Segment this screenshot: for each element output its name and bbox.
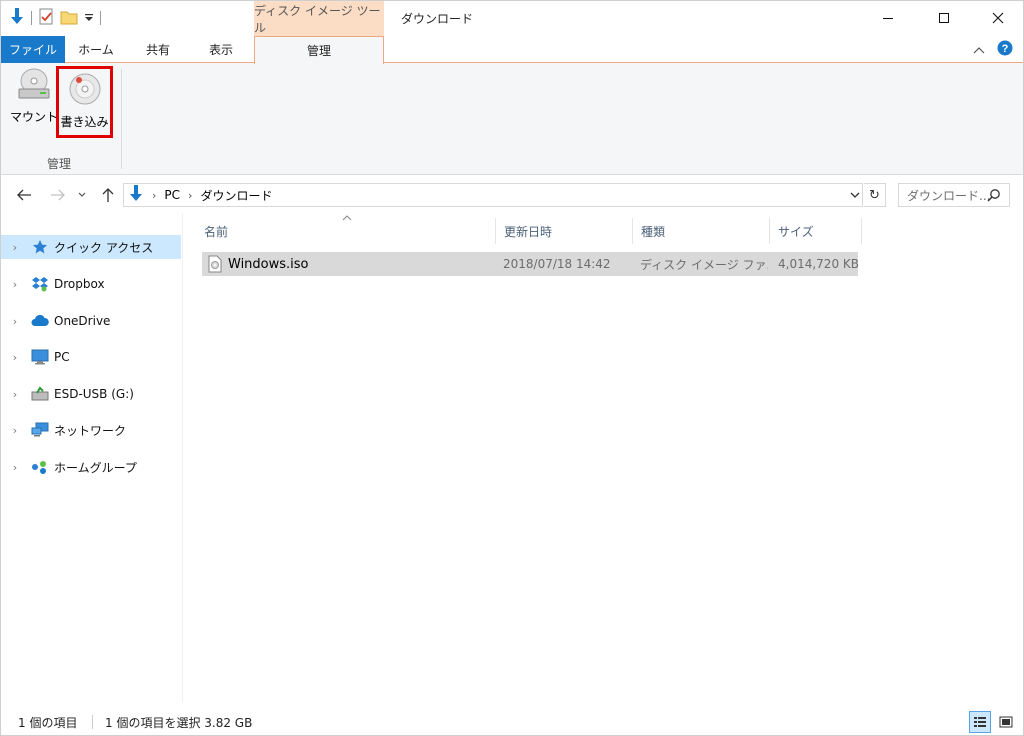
window-title: ダウンロード xyxy=(401,12,474,26)
dropbox-icon xyxy=(29,276,51,292)
ribbon-controls: ? xyxy=(973,40,1013,59)
ribbon-group-label: 管理 xyxy=(47,157,72,171)
toolbar-divider xyxy=(100,11,101,25)
ribbon-tabs: ファイル ホーム 共有 表示 管理 ? xyxy=(1,36,1023,64)
nav-item-quick-access[interactable]: › クイック アクセス xyxy=(1,235,181,259)
tab-manage[interactable]: 管理 xyxy=(254,36,384,64)
search-box[interactable]: ダウンロード... xyxy=(898,183,1010,207)
nav-label: PC xyxy=(54,350,70,364)
expand-arrow-icon[interactable]: › xyxy=(1,241,29,254)
nav-item-network[interactable]: › ネットワーク xyxy=(1,418,182,442)
download-arrow-icon xyxy=(9,7,25,29)
forward-button[interactable] xyxy=(47,185,69,205)
ribbon-group-divider xyxy=(121,69,122,169)
status-bar: 1 個の項目 1 個の項目を選択 3.82 GB xyxy=(1,709,1023,735)
column-header-type[interactable]: 種類 xyxy=(633,218,770,244)
expand-arrow-icon[interactable]: › xyxy=(1,278,29,291)
disc-drive-icon xyxy=(16,67,52,104)
tab-share[interactable]: 共有 xyxy=(131,36,185,63)
file-modified: 2018/07/18 14:42 xyxy=(503,257,611,271)
file-list: 名前 更新日時 種類 サイズ Windows.iso 2018/07/18 14… xyxy=(184,213,1023,703)
customize-toolbar-icon[interactable] xyxy=(84,11,94,26)
file-name[interactable]: Windows.iso xyxy=(228,252,309,276)
file-type: ディスク イメージ ファ... xyxy=(640,257,768,272)
status-divider xyxy=(92,715,93,729)
nav-label: ホームグループ xyxy=(54,460,137,475)
cloud-icon xyxy=(29,313,51,329)
navigation-bar: › PC › ダウンロード ↻ ダウンロード... xyxy=(1,179,1023,211)
recent-locations-button[interactable] xyxy=(75,185,89,205)
svg-text:?: ? xyxy=(1002,43,1009,55)
nav-label: Dropbox xyxy=(54,277,105,291)
search-placeholder: ダウンロード... xyxy=(907,188,991,203)
expand-arrow-icon[interactable]: › xyxy=(1,461,29,474)
nav-item-usb[interactable]: › ESD-USB (G:) xyxy=(1,382,182,406)
explorer-window: ディスク イメージ ツール ダウンロード ファイル ホーム 共有 表示 管理 ? xyxy=(0,0,1024,736)
usb-drive-icon xyxy=(29,386,51,402)
nav-item-onedrive[interactable]: › OneDrive xyxy=(1,309,182,333)
nav-label: クイック アクセス xyxy=(54,240,154,255)
mount-label: マウント xyxy=(9,110,58,124)
table-row[interactable]: Windows.iso 2018/07/18 14:42 ディスク イメージ フ… xyxy=(202,252,859,276)
column-header-modified[interactable]: 更新日時 xyxy=(496,218,633,244)
nav-item-pc[interactable]: › PC xyxy=(1,345,182,369)
new-folder-icon[interactable] xyxy=(60,9,78,28)
star-icon xyxy=(29,239,51,255)
tab-home[interactable]: ホーム xyxy=(67,36,125,63)
maximize-button[interactable] xyxy=(921,1,967,34)
address-dropdown-button[interactable] xyxy=(846,183,864,207)
breadcrumb-downloads[interactable]: ダウンロード xyxy=(200,187,272,204)
nav-item-dropbox[interactable]: › Dropbox xyxy=(1,272,182,296)
homegroup-icon xyxy=(29,459,51,475)
column-header-size[interactable]: サイズ xyxy=(770,218,862,244)
collapse-ribbon-icon[interactable] xyxy=(973,43,985,57)
large-icons-view-button[interactable] xyxy=(995,711,1017,733)
item-count: 1 個の項目 xyxy=(18,715,78,730)
burn-label: 書き込み xyxy=(60,115,109,129)
tab-view[interactable]: 表示 xyxy=(191,36,251,63)
search-icon xyxy=(987,188,1001,205)
nav-label: OneDrive xyxy=(54,314,111,328)
ribbon-panel: マウント 書き込み 管理 xyxy=(1,63,1023,175)
expand-arrow-icon[interactable]: › xyxy=(1,424,29,437)
minimize-button[interactable] xyxy=(865,1,911,34)
title-bar: ディスク イメージ ツール ダウンロード xyxy=(1,1,1023,36)
burn-button[interactable]: 書き込み xyxy=(56,66,113,138)
navigation-pane: › クイック アクセス › Dropbox › OneDrive › PC › … xyxy=(1,213,183,703)
toolbar-divider xyxy=(31,11,32,25)
tab-file[interactable]: ファイル xyxy=(1,36,65,63)
download-folder-icon xyxy=(128,184,144,206)
file-size: 4,014,720 KB xyxy=(778,257,859,271)
nav-label: ESD-USB (G:) xyxy=(54,387,134,401)
column-header-name[interactable]: 名前 xyxy=(196,218,496,244)
breadcrumb-pc[interactable]: PC xyxy=(164,188,180,202)
chevron-right-icon[interactable]: › xyxy=(152,189,156,202)
disk-image-tools-header: ディスク イメージ ツール xyxy=(254,1,384,36)
up-button[interactable] xyxy=(97,185,119,205)
expand-arrow-icon[interactable]: › xyxy=(1,388,29,401)
selection-info: 1 個の項目を選択 3.82 GB xyxy=(105,715,253,730)
mount-button[interactable]: マウント xyxy=(9,67,59,135)
help-icon[interactable]: ? xyxy=(997,40,1013,59)
back-button[interactable] xyxy=(13,185,35,205)
properties-icon[interactable] xyxy=(38,8,54,29)
refresh-icon: ↻ xyxy=(869,187,880,203)
computer-icon xyxy=(29,349,51,365)
burn-disc-icon xyxy=(67,72,103,109)
nav-label: ネットワーク xyxy=(54,423,127,438)
refresh-button[interactable]: ↻ xyxy=(864,183,886,207)
chevron-right-icon[interactable]: › xyxy=(188,189,192,202)
expand-arrow-icon[interactable]: › xyxy=(1,351,29,364)
iso-file-icon xyxy=(208,252,222,276)
address-bar[interactable]: › PC › ダウンロード xyxy=(123,183,863,207)
close-button[interactable] xyxy=(975,1,1021,34)
network-icon xyxy=(29,422,51,438)
quick-access-toolbar xyxy=(9,7,101,29)
expand-arrow-icon[interactable]: › xyxy=(1,315,29,328)
details-view-button[interactable] xyxy=(969,711,991,733)
nav-item-homegroup[interactable]: › ホームグループ xyxy=(1,455,182,479)
